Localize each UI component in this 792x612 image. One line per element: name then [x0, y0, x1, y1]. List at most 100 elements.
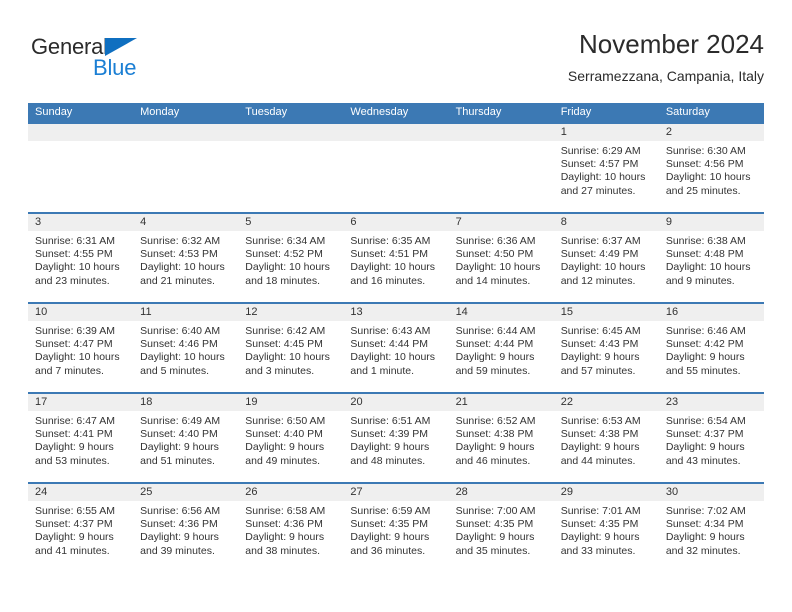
day-daylight-line2: and 21 minutes.: [140, 274, 215, 287]
day-sunset: Sunset: 4:49 PM: [560, 248, 639, 261]
day-cell[interactable]: Sunrise: 6:40 AM Sunset: 4:46 PM Daylight:…: [133, 321, 238, 392]
day-number[interactable]: 18: [133, 394, 238, 411]
day-sunrise: Sunrise: 6:53 AM: [560, 415, 641, 427]
day-number[interactable]: 8: [554, 214, 659, 231]
day-sunset: Sunset: 4:57 PM: [560, 158, 639, 171]
day-number[interactable]: 11: [133, 304, 238, 321]
day-cell[interactable]: Sunrise: 6:49 AM Sunset: 4:40 PM Daylight:…: [133, 411, 238, 482]
day-number[interactable]: 29: [554, 484, 659, 501]
calendar-week-row: 3 4 5 6 7 8 9 Sunrise: 6:31 AM Sunset: 4:55 PM Da…: [28, 212, 764, 302]
day-daylight-line1: Daylight: 9 hours: [665, 351, 745, 364]
day-number[interactable]: 5: [238, 214, 343, 231]
day-cell[interactable]: Sunrise: 6:58 AM Sunset: 4:36 PM Daylight:…: [238, 501, 343, 572]
day-cell[interactable]: Sunrise: 6:29 AM Sunset: 4:57 PM Daylight:…: [554, 141, 659, 212]
day-sunset: Sunset: 4:44 PM: [455, 338, 534, 351]
day-cell[interactable]: Sunrise: 6:52 AM Sunset: 4:38 PM Daylight:…: [449, 411, 554, 482]
day-cell[interactable]: Sunrise: 7:01 AM Sunset: 4:35 PM Daylight:…: [554, 501, 659, 572]
day-number[interactable]: 21: [449, 394, 554, 411]
day-cell[interactable]: Sunrise: 6:38 AM Sunset: 4:48 PM Daylight:…: [659, 231, 764, 302]
day-number[interactable]: 2: [659, 124, 764, 141]
day-number[interactable]: 28: [449, 484, 554, 501]
day-sunrise: Sunrise: 7:00 AM: [455, 505, 536, 517]
weekday-header-wednesday: Wednesday: [350, 106, 409, 118]
day-cell[interactable]: Sunrise: 6:50 AM Sunset: 4:40 PM Daylight:…: [238, 411, 343, 482]
day-daylight-line2: and 14 minutes.: [455, 274, 531, 287]
day-cell[interactable]: Sunrise: 6:42 AM Sunset: 4:45 PM Daylight:…: [238, 321, 343, 392]
day-cell[interactable]: Sunrise: 6:43 AM Sunset: 4:44 PM Daylight:…: [343, 321, 448, 392]
day-daylight-line1: Daylight: 10 hours: [140, 351, 225, 364]
day-cell[interactable]: Sunrise: 7:00 AM Sunset: 4:35 PM Daylight:…: [449, 501, 554, 572]
day-sunrise: Sunrise: 6:46 AM: [665, 325, 746, 337]
day-sunset: Sunset: 4:42 PM: [665, 338, 744, 351]
day-cell[interactable]: Sunrise: 7:02 AM Sunset: 4:34 PM Daylight:…: [659, 501, 764, 572]
day-cell[interactable]: Sunrise: 6:35 AM Sunset: 4:51 PM Daylight:…: [343, 231, 448, 302]
day-daylight-line2: and 35 minutes.: [455, 544, 531, 557]
day-number[interactable]: 22: [554, 394, 659, 411]
day-cell[interactable]: Sunrise: 6:47 AM Sunset: 4:41 PM Daylight:…: [28, 411, 133, 482]
day-number-band: 3456789: [28, 214, 764, 231]
calendar-week-row: 10 11 12 13 14 15 16 Sunrise: 6:39 AM Sunset: 4:…: [28, 302, 764, 392]
day-cell[interactable]: Sunrise: 6:45 AM Sunset: 4:43 PM Daylight:…: [554, 321, 659, 392]
day-number[interactable]: 15: [554, 304, 659, 321]
day-number[interactable]: 19: [238, 394, 343, 411]
day-cell[interactable]: Sunrise: 6:59 AM Sunset: 4:35 PM Daylight:…: [343, 501, 448, 572]
day-detail-band: Sunrise: 6:39 AM Sunset: 4:47 PM Daylight:…: [28, 321, 764, 392]
day-sunset: Sunset: 4:35 PM: [560, 518, 639, 531]
day-cell[interactable]: Sunrise: 6:37 AM Sunset: 4:49 PM Daylight:…: [554, 231, 659, 302]
day-cell[interactable]: Sunrise: 6:30 AM Sunset: 4:56 PM Daylight:…: [659, 141, 764, 212]
day-number[interactable]: 25: [133, 484, 238, 501]
day-number[interactable]: 6: [343, 214, 448, 231]
day-cell[interactable]: Sunrise: 6:32 AM Sunset: 4:53 PM Daylight:…: [133, 231, 238, 302]
general-blue-logo[interactable]: General Blue: [31, 34, 171, 86]
day-cell[interactable]: Sunrise: 6:39 AM Sunset: 4:47 PM Daylight:…: [28, 321, 133, 392]
day-number[interactable]: 24: [28, 484, 133, 501]
day-cell[interactable]: Sunrise: 6:46 AM Sunset: 4:42 PM Daylight:…: [659, 321, 764, 392]
day-cell[interactable]: Sunrise: 6:51 AM Sunset: 4:39 PM Daylight:…: [343, 411, 448, 482]
calendar-page: General Blue November 2024 Serramezzana,…: [0, 0, 792, 612]
day-daylight-line1: Daylight: 9 hours: [350, 531, 430, 544]
day-number[interactable]: 7: [449, 214, 554, 231]
day-sunset: Sunset: 4:44 PM: [350, 338, 429, 351]
day-cell-empty: [28, 141, 133, 212]
day-daylight-line1: Daylight: 9 hours: [560, 441, 640, 454]
day-number[interactable]: 23: [659, 394, 764, 411]
day-daylight-line2: and 12 minutes.: [560, 274, 636, 287]
day-number[interactable]: 9: [659, 214, 764, 231]
page-header: General Blue November 2024 Serramezzana,…: [28, 28, 764, 94]
day-cell[interactable]: Sunrise: 6:34 AM Sunset: 4:52 PM Daylight:…: [238, 231, 343, 302]
day-number[interactable]: 10: [28, 304, 133, 321]
day-number[interactable]: 3: [28, 214, 133, 231]
day-cell[interactable]: Sunrise: 6:36 AM Sunset: 4:50 PM Daylight:…: [449, 231, 554, 302]
day-number[interactable]: 14: [449, 304, 554, 321]
day-number[interactable]: 16: [659, 304, 764, 321]
day-number[interactable]: 20: [343, 394, 448, 411]
day-number[interactable]: 4: [133, 214, 238, 231]
day-daylight-line1: Daylight: 10 hours: [140, 261, 225, 274]
day-number-band: 12: [28, 124, 764, 141]
day-number[interactable]: 30: [659, 484, 764, 501]
day-daylight-line1: Daylight: 9 hours: [245, 441, 325, 454]
day-cell[interactable]: Sunrise: 6:56 AM Sunset: 4:36 PM Daylight:…: [133, 501, 238, 572]
day-daylight-line2: and 7 minutes.: [35, 364, 104, 377]
day-number[interactable]: 1: [554, 124, 659, 141]
day-daylight-line2: and 23 minutes.: [35, 274, 110, 287]
day-number-band: 10 11 12 13 14 15 16: [28, 304, 764, 321]
day-daylight-line2: and 53 minutes.: [35, 454, 110, 467]
day-sunrise: Sunrise: 6:30 AM: [665, 145, 746, 157]
day-sunrise: Sunrise: 6:56 AM: [140, 505, 221, 517]
day-number[interactable]: 12: [238, 304, 343, 321]
day-daylight-line1: Daylight: 10 hours: [665, 261, 751, 274]
day-sunrise: Sunrise: 6:47 AM: [35, 415, 115, 427]
day-number[interactable]: 17: [28, 394, 133, 411]
day-number[interactable]: 26: [238, 484, 343, 501]
day-cell[interactable]: Sunrise: 6:44 AM Sunset: 4:44 PM Daylight:…: [449, 321, 554, 392]
day-cell[interactable]: Sunrise: 6:53 AM Sunset: 4:38 PM Daylight:…: [554, 411, 659, 482]
day-cell[interactable]: Sunrise: 6:55 AM Sunset: 4:37 PM Daylight:…: [28, 501, 133, 572]
day-number[interactable]: 13: [343, 304, 448, 321]
day-number[interactable]: 27: [343, 484, 448, 501]
day-sunset: Sunset: 4:41 PM: [35, 428, 113, 441]
day-sunrise: Sunrise: 7:02 AM: [665, 505, 746, 517]
day-cell[interactable]: Sunrise: 6:54 AM Sunset: 4:37 PM Daylight:…: [659, 411, 764, 482]
day-cell[interactable]: Sunrise: 6:31 AM Sunset: 4:55 PM Daylight:…: [28, 231, 133, 302]
day-daylight-line1: Daylight: 9 hours: [350, 441, 430, 454]
